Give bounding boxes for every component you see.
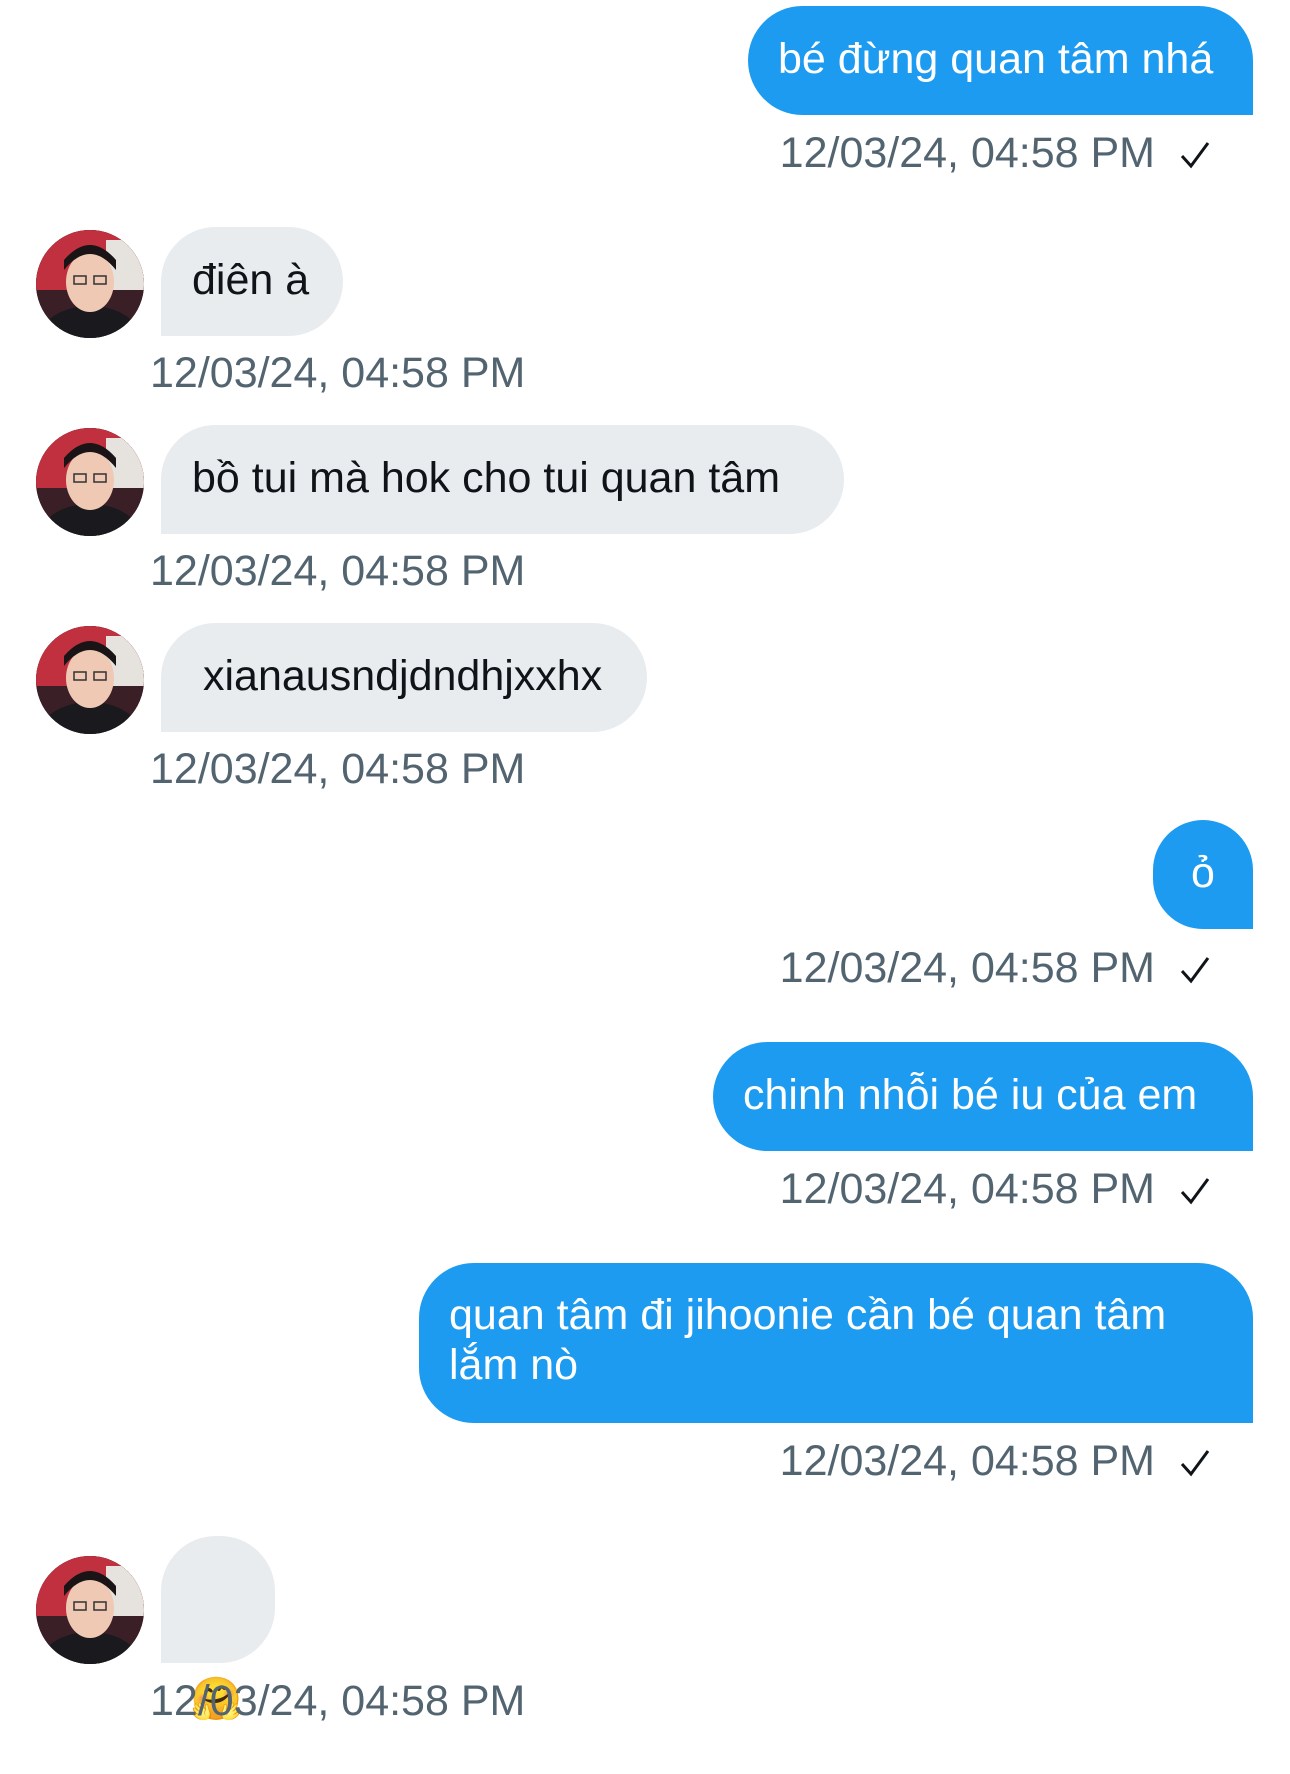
avatar-icon[interactable] — [36, 428, 144, 536]
received-message-bubble[interactable]: bồ tui mà hok cho tui quan tâm — [161, 425, 844, 534]
check-icon — [1178, 1446, 1212, 1480]
message-timestamp: 12/03/24, 04:58 PM — [150, 745, 526, 793]
sent-message-bubble[interactable]: ỏ — [1153, 820, 1253, 929]
message-timestamp: 12/03/24, 04:58 PM — [150, 1677, 526, 1725]
received-message-bubble[interactable]: 🤗 — [161, 1536, 275, 1722]
message-timestamp: 12/03/24, 04:58 PM — [150, 349, 526, 397]
avatar-icon[interactable] — [36, 1556, 144, 1664]
received-message-bubble[interactable]: xianausndjdndhjxxhx — [161, 623, 647, 732]
sent-message-bubble[interactable]: bé đừng quan tâm nhá — [748, 6, 1253, 115]
check-icon — [1178, 1174, 1212, 1208]
check-icon — [1178, 138, 1212, 172]
message-timestamp: 12/03/24, 04:58 PM — [779, 1437, 1155, 1485]
conversation-thread: bé đừng quan tâm nhá 12/03/24, 04:58 PM … — [0, 0, 1290, 1745]
avatar-icon[interactable] — [36, 230, 144, 338]
sent-message-bubble[interactable]: quan tâm đi jihoonie cần bé quan tâm lắm… — [419, 1263, 1253, 1423]
message-timestamp: 12/03/24, 04:58 PM — [779, 129, 1155, 177]
received-message-bubble[interactable]: điên à — [161, 227, 343, 336]
sent-message-bubble[interactable]: chinh nhỗi bé iu của em — [713, 1042, 1253, 1151]
avatar-icon[interactable] — [36, 626, 144, 734]
message-timestamp: 12/03/24, 04:58 PM — [150, 547, 526, 595]
check-icon — [1178, 953, 1212, 987]
message-timestamp: 12/03/24, 04:58 PM — [779, 944, 1155, 992]
message-timestamp: 12/03/24, 04:58 PM — [779, 1165, 1155, 1213]
